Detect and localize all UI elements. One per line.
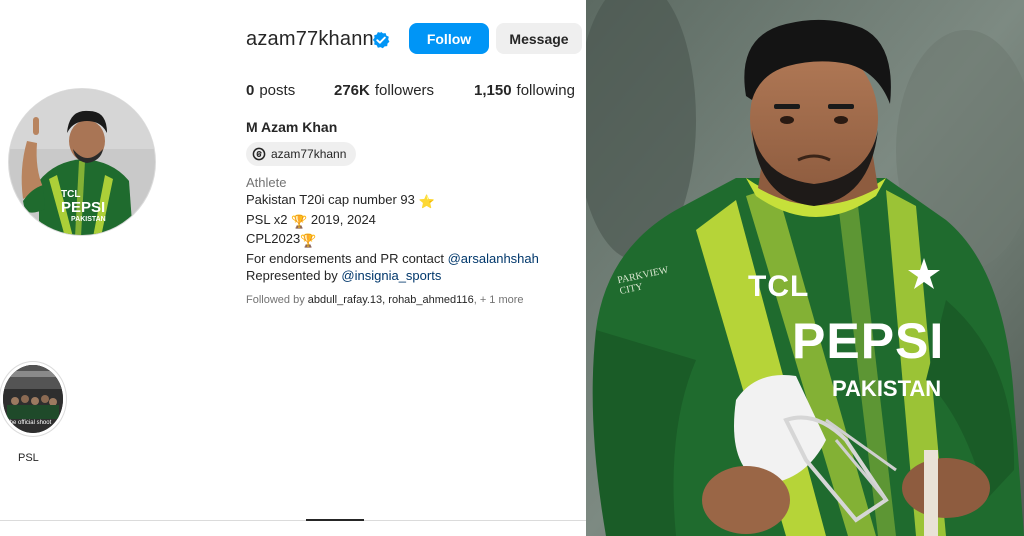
bio-line-represented: Represented by @insignia_sports [246,267,539,284]
active-tab-indicator[interactable] [306,519,364,521]
highlight-label: PSL [18,452,39,464]
trophy-emoji-icon: 🏆 [300,233,317,249]
verified-badge-icon [372,31,390,49]
bio-cpl-text: CPL2023 [246,231,301,247]
player-photo: TCL PEPSI PAKISTAN PARKVIEW CITY [586,0,1024,536]
followed-by-more: , + 1 more [473,294,524,306]
threads-badge[interactable]: azam77khann [246,142,357,166]
following-count-label: following [516,82,575,99]
following-link[interactable]: 1,150 following [474,82,575,99]
follow-button[interactable]: Follow [409,23,489,54]
followers-count-label: followers [374,82,435,99]
profile-bio: Athlete Pakistan T20i cap number 93 ⭐ PS… [246,174,539,284]
posts-count-value: 0 [246,82,255,99]
tab-divider [0,520,586,521]
profile-panel: TCL PEPSI PAKISTAN azam77khann Follow Me… [0,0,586,536]
bio-psl-years: 2019, 2024 [307,211,376,227]
highlight-psl[interactable]: The official shoot [0,362,66,436]
followed-by-prefix: Followed by [246,294,308,306]
bio-line-cpl: CPL2023🏆 [246,230,539,249]
message-button[interactable]: Message [496,23,582,54]
threads-handle: azam77khann [271,147,347,161]
highlight-thumb-caption: The official shoot [6,420,52,426]
posts-count: 0 posts [246,82,295,99]
threads-icon [252,147,266,161]
bio-psl-text: PSL x2 [246,211,292,227]
bio-contact-text: For endorsements and PR contact [246,250,448,266]
followers-count-value: 276K [334,82,370,99]
followed-by[interactable]: Followed by abdull_rafay.13, rohab_ahmed… [246,294,524,306]
following-count-value: 1,150 [474,82,512,99]
followed-by-names: abdull_rafay.13, rohab_ahmed116 [307,294,474,306]
agency-mention-link[interactable]: @insignia_sports [341,268,441,283]
bio-represented-text: Represented by [246,268,342,284]
followers-link[interactable]: 276K followers [334,82,434,99]
photo-jersey-sponsor: PEPSI [792,313,945,369]
profile-full-name: M Azam Khan [246,119,338,135]
posts-count-label: posts [259,82,296,99]
bio-line-contact: For endorsements and PR contact @arsalan… [246,250,539,267]
bio-line-cap: Pakistan T20i cap number 93 ⭐ [246,191,539,210]
trophy-emoji-icon: 🏆 [291,213,308,229]
bio-cap-text: Pakistan T20i cap number 93 [246,192,419,208]
photo-jersey-country: PAKISTAN [832,376,942,401]
bio-line-psl: PSL x2 🏆 2019, 2024 [246,211,539,230]
photo-jersey-tcl: TCL [748,270,810,303]
contact-mention-link[interactable]: @arsalanhshah [448,251,539,266]
avatar-jersey-sponsor: PEPSI [61,199,106,216]
star-emoji-icon: ⭐ [418,194,435,210]
profile-category: Athlete [246,175,287,190]
profile-avatar[interactable]: TCL PEPSI PAKISTAN [8,88,156,236]
profile-username: azam77khann [246,28,374,50]
avatar-jersey-country: PAKISTAN [71,216,106,223]
